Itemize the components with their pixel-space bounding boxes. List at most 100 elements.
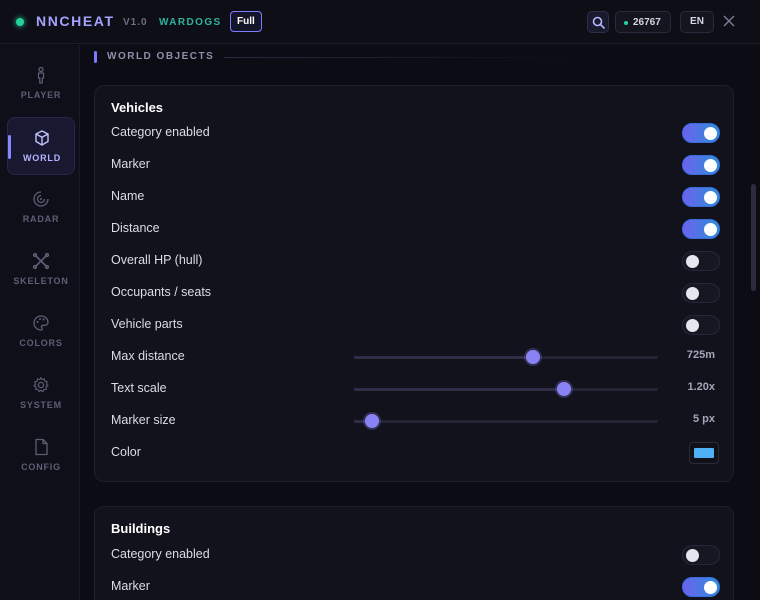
vehicles-parts-row: Vehicle parts [111,308,720,340]
vehicles-category-enabled-row: Category enabled [111,116,720,148]
buildings-card: Buildings Category enabled Marker [94,506,734,600]
nav-world[interactable]: WORLD [7,117,75,175]
vehicles-occupants-toggle[interactable] [682,283,720,303]
buildings-category-enabled-toggle[interactable] [682,545,720,565]
marker-size-slider[interactable] [354,414,658,428]
toggle-knob [686,287,699,300]
nav-world-label: WORLD [23,153,61,163]
nav-config[interactable]: CONFIG [7,427,75,485]
app-brand: NNCHEAT [36,13,115,29]
row-label: Category enabled [111,125,210,139]
row-label: Overall HP (hull) [111,253,203,267]
toggle-knob [686,549,699,562]
search-button[interactable] [587,11,609,33]
color-swatch-fill [694,448,714,458]
toggle-knob [704,127,717,140]
online-count: 26767 [633,17,661,28]
close-icon[interactable] [722,14,736,28]
vehicles-category-enabled-toggle[interactable] [682,123,720,143]
buildings-marker-toggle[interactable] [682,577,720,597]
vehicles-title: Vehicles [111,100,164,115]
row-label: Marker size [111,413,176,427]
buildings-marker-row: Marker [111,570,720,600]
online-dot [624,21,628,25]
slider-fill [354,388,564,391]
nav-system[interactable]: SYSTEM [7,365,75,423]
max-distance-slider[interactable] [354,350,658,364]
row-label: Category enabled [111,547,210,561]
text-scale-slider[interactable] [354,382,658,396]
vehicles-color-picker[interactable] [689,442,719,464]
row-label: Distance [111,221,160,235]
vehicles-marker-row: Marker [111,148,720,180]
row-label: Occupants / seats [111,285,212,299]
license-badge: Full [230,11,262,32]
vehicles-hp-row: Overall HP (hull) [111,244,720,276]
vehicles-max-distance-row: Max distance 725m [111,340,719,372]
slider-thumb[interactable] [365,414,380,428]
buildings-title: Buildings [111,521,171,536]
section-accent [94,51,97,63]
skeleton-icon [32,252,50,270]
row-label: Color [111,445,141,459]
marker-size-value: 5 px [692,413,715,425]
toggle-knob [704,223,717,236]
row-label: Max distance [111,349,185,363]
vehicles-text-scale-row: Text scale 1.20x [111,372,719,404]
max-distance-value: 725m [686,349,715,361]
nav-system-label: SYSTEM [20,400,62,410]
vehicles-distance-toggle[interactable] [682,219,720,239]
row-label: Name [111,189,145,203]
vehicles-parts-toggle[interactable] [682,315,720,335]
cube-icon [35,130,49,146]
nav-config-label: CONFIG [21,462,61,472]
vehicles-name-row: Name [111,180,720,212]
title-bar: NNCHEAT V1.0 WARDOGS Full 26767 EN [0,0,760,44]
section-header: WORLD OBJECTS [94,51,724,65]
language-button[interactable]: EN [680,11,714,33]
vehicles-distance-row: Distance [111,212,720,244]
row-label: Marker [111,157,150,171]
status-dot [16,18,24,26]
toggle-knob [704,159,717,172]
person-icon [37,66,45,84]
section-title: WORLD OBJECTS [107,51,215,62]
nav-radar-label: RADAR [22,214,60,224]
scrollbar-thumb[interactable] [751,184,756,291]
vehicles-color-row: Color [111,436,719,468]
vehicles-name-toggle[interactable] [682,187,720,207]
online-counter: 26767 [615,11,671,33]
game-name: WARDOGS [159,17,222,28]
main-content: WORLD OBJECTS Vehicles Category enabled … [81,45,760,600]
app-version: V1.0 [123,17,148,28]
vehicles-hp-toggle[interactable] [682,251,720,271]
vehicles-card: Vehicles Category enabled Marker Name Di… [94,85,734,482]
sidebar: PLAYER WORLD RADAR SKELETON COLORS SYSTE… [0,45,80,600]
vehicles-marker-toggle[interactable] [682,155,720,175]
toggle-knob [686,319,699,332]
file-icon [35,438,48,456]
nav-player-label: PLAYER [20,90,62,100]
nav-colors[interactable]: COLORS [7,303,75,361]
slider-thumb[interactable] [556,382,571,396]
search-icon [592,16,605,29]
vehicles-occupants-row: Occupants / seats [111,276,720,308]
palette-icon [33,315,49,331]
gear-icon [33,376,49,393]
toggle-knob [704,191,717,204]
row-label: Vehicle parts [111,317,183,331]
row-label: Text scale [111,381,167,395]
text-scale-value: 1.20x [687,381,715,393]
nav-player[interactable]: PLAYER [7,55,75,113]
nav-skeleton[interactable]: SKELETON [7,241,75,299]
buildings-category-enabled-row: Category enabled [111,538,720,570]
section-divider [224,57,574,58]
slider-fill [354,356,534,359]
radar-icon [33,191,49,207]
row-label: Marker [111,579,150,593]
nav-colors-label: COLORS [19,338,63,348]
slider-thumb[interactable] [526,350,541,364]
toggle-knob [686,255,699,268]
nav-radar[interactable]: RADAR [7,179,75,237]
toggle-knob [704,581,717,594]
